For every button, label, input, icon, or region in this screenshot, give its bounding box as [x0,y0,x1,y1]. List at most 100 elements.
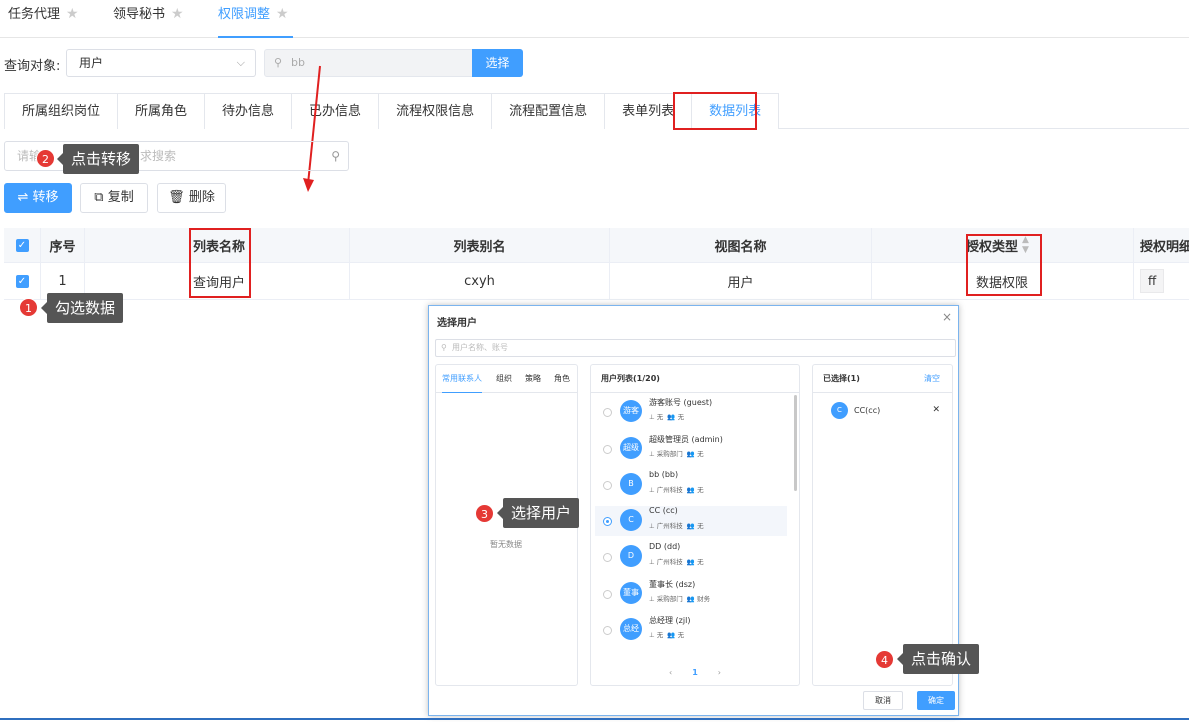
top-tab-secretary[interactable]: 领导秘书 ★ [113,6,184,38]
org-icon: ⊥ [649,486,655,494]
header-auth-type[interactable]: 授权类型 ▲ ▼ [872,228,1134,262]
avatar: B [620,473,642,495]
row-view-name: 用户 [610,263,872,299]
group-icon: 👥 [686,558,695,566]
chevron-left-icon[interactable]: ‹ [669,668,672,677]
tab-form-list[interactable]: 表单列表 [604,93,693,129]
table-row[interactable]: ✓ 1 查询用户 cxyh 用户 数据权限 ff [4,263,1189,300]
group-icon: 👥 [686,595,695,603]
star-icon[interactable]: ★ [171,6,184,22]
star-icon[interactable]: ★ [66,6,79,22]
tab-todo[interactable]: 待办信息 [204,93,293,129]
swap-icon: ⇌ [17,190,29,205]
check-icon: ✓ [15,238,29,252]
radio[interactable] [603,445,612,454]
selected-user: C CC(cc) [831,402,880,419]
step-badge-3: 3 [475,504,494,523]
list-item[interactable]: 董事 董事长 (dsz) ⊥ 采购部门 👥 财务 [595,579,787,609]
top-tab-bar: 任务代理 ★ 领导秘书 ★ 权限调整 ★ [0,0,1189,38]
tab-data-list[interactable]: 数据列表 [691,93,780,129]
row-list-name: 查询用户 [85,263,350,299]
contacts-tabs: 常用联系人 组织 策略 角色 [436,365,577,393]
avatar: 超级 [620,437,642,459]
radio[interactable] [603,553,612,562]
callout-click-transfer: 点击转移 [56,144,140,174]
clear-button[interactable]: 清空 [924,365,940,393]
close-icon[interactable]: × [942,310,952,324]
tab-flow-config[interactable]: 流程配置信息 [491,93,606,129]
callout-select-user: 选择用户 [496,498,580,528]
empty-text: 暂无数据 [490,540,522,549]
org-icon: ⊥ [649,522,655,530]
group-icon: 👥 [686,450,695,458]
confirm-button[interactable]: 确定 [917,691,955,710]
table-header: ✓ 序号 列表名称 列表别名 视图名称 授权类型 ▲ ▼ 授权明细 [4,228,1189,263]
avatar: 总经 [620,618,642,640]
check-icon: ✓ [15,274,29,288]
tab-roles[interactable]: 所属角色 [117,93,206,129]
header-auth-detail: 授权明细 [1140,239,1189,255]
header-list-name: 列表名称 [85,228,350,262]
tab-organization[interactable]: 组织 [496,365,512,393]
header-alias: 列表别名 [350,228,610,262]
select-all-checkbox[interactable]: ✓ [4,228,41,262]
header-index: 序号 [41,228,85,262]
chevron-right-icon[interactable]: › [718,668,721,677]
list-item[interactable]: D DD (dd) ⊥ 广州科技 👥 无 [595,542,787,572]
star-icon[interactable]: ★ [276,6,289,22]
copy-icon: ⧉ [94,190,104,205]
list-item[interactable]: C CC (cc) ⊥ 广州科技 👥 无 [595,506,787,536]
transfer-button[interactable]: ⇌ 转移 [4,183,72,213]
row-checkbox[interactable]: ✓ [4,263,41,299]
group-icon: 👥 [686,522,695,530]
delete-button[interactable]: 🗑 删除 [157,183,226,213]
header-view-name: 视图名称 [610,228,872,262]
page-number[interactable]: 1 [692,668,698,677]
avatar: C [620,509,642,531]
tab-frequent-contacts[interactable]: 常用联系人 [442,365,482,393]
row-auth-type: 数据权限 [872,263,1134,299]
callout-select-data: 勾选数据 [40,293,124,323]
annotation-arrow [303,65,321,192]
radio[interactable] [603,517,612,526]
scrollbar[interactable] [794,395,797,491]
list-item[interactable]: 游客 游客账号 (guest) ⊥ 无 👥 无 [595,397,787,427]
list-item[interactable]: 总经 总经理 (zjl) ⊥ 无 👥 无 [595,615,787,645]
remove-icon[interactable]: ✕ [932,405,940,415]
top-tab-task-agent[interactable]: 任务代理 ★ [8,6,79,38]
user-list-panel: 用户列表(1/20) 游客 游客账号 (guest) ⊥ 无 👥 无 超级 超级… [590,364,800,686]
search-icon[interactable]: ⚲ [331,142,340,170]
step-badge-1: 1 [19,298,38,317]
org-icon: ⊥ [649,595,655,603]
avatar: D [620,545,642,567]
group-icon: 👥 [686,486,695,494]
copy-button[interactable]: ⧉ 复制 [80,183,148,213]
tab-flow-permission[interactable]: 流程权限信息 [378,93,493,129]
query-label: 查询对象: [4,59,61,74]
radio[interactable] [603,481,612,490]
list-item[interactable]: 超级 超级管理员 (admin) ⊥ 采购部门 👥 无 [595,434,787,464]
row-alias: cxyh [350,263,610,299]
select-button[interactable]: 选择 [472,49,523,77]
avatar: C [831,402,848,419]
radio[interactable] [603,590,612,599]
list-item[interactable]: B bb (bb) ⊥ 广州科技 👥 无 [595,470,787,500]
query-value-input[interactable]: ⚲ bb [264,49,474,77]
query-object-select[interactable]: 用户 ⌵ [66,49,256,77]
user-search-input[interactable]: ⚲ 用户名称、账号 [435,339,956,357]
cancel-button[interactable]: 取消 [863,691,903,710]
selected-panel: 已选择(1) 清空 C CC(cc) ✕ [812,364,953,686]
radio[interactable] [603,408,612,417]
avatar: 游客 [620,400,642,422]
group-icon: 👥 [667,413,676,421]
sort-icon[interactable]: ▲ ▼ [1022,235,1029,255]
tab-role[interactable]: 角色 [554,365,570,393]
tab-strategy[interactable]: 策略 [525,365,541,393]
radio[interactable] [603,626,612,635]
list-search-input[interactable]: 请输 求搜索 ⚲ [4,141,349,171]
org-icon: ⊥ [649,631,655,639]
tab-org-post[interactable]: 所属组织岗位 [4,93,119,129]
step-badge-4: 4 [875,650,894,669]
top-tab-permission[interactable]: 权限调整 ★ [218,6,293,38]
step-badge-2: 2 [36,149,55,168]
